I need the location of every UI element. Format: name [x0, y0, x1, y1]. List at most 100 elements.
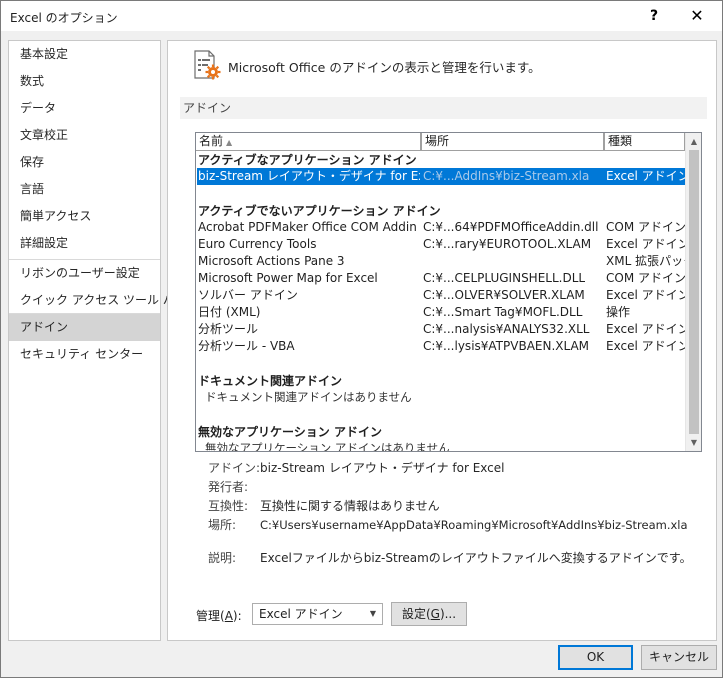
- list-row[interactable]: Microsoft Actions Pane 3 XML 拡張パック: [197, 253, 685, 270]
- row-location: C:¥...rary¥EUROTOOL.XLAM: [423, 237, 592, 251]
- group-inactive: アクティブでないアプリケーション アドイン: [198, 204, 441, 218]
- list-row[interactable]: Microsoft Power Map for Excel C:¥...CELP…: [197, 270, 685, 287]
- row-type: Excel アドイン: [606, 169, 685, 183]
- nav-item-save[interactable]: 保存: [9, 149, 160, 176]
- row-type: Excel アドイン: [606, 322, 685, 336]
- detail-label: 説明:: [208, 551, 237, 565]
- row-name: Microsoft Power Map for Excel: [198, 271, 378, 285]
- nav-item-quick-access-toolbar[interactable]: クイック アクセス ツール バー: [9, 287, 187, 314]
- detail-value: C:¥Users¥username¥AppData¥Roaming¥Micros…: [260, 518, 688, 532]
- row-name: Microsoft Actions Pane 3: [198, 254, 345, 268]
- nav-item-proofing[interactable]: 文章校正: [9, 122, 160, 149]
- close-icon[interactable]: ✕: [677, 1, 717, 31]
- nav-item-language[interactable]: 言語: [9, 176, 160, 203]
- nav-item-data[interactable]: データ: [9, 95, 160, 122]
- row-location: C:¥...64¥PDFMOfficeAddin.dll: [423, 220, 599, 234]
- row-type: XML 拡張パック: [606, 254, 685, 268]
- detail-label: 場所:: [208, 518, 237, 532]
- group-document: ドキュメント関連アドイン: [198, 374, 343, 388]
- scroll-down-icon[interactable]: ▼: [686, 434, 701, 451]
- row-type: Excel アドイン: [606, 237, 685, 251]
- cancel-button[interactable]: キャンセル: [641, 645, 717, 670]
- row-name: biz-Stream レイアウト・デザイナ for Excel: [198, 169, 420, 183]
- group-disabled: 無効なアプリケーション アドイン: [198, 425, 382, 439]
- nav-item-advanced[interactable]: 詳細設定: [9, 230, 160, 257]
- list-row-active[interactable]: biz-Stream レイアウト・デザイナ for Excel C:¥...Ad…: [197, 168, 685, 185]
- row-location: C:¥...OLVER¥SOLVER.XLAM: [423, 288, 585, 302]
- manage-label-suffix: ):: [232, 609, 242, 623]
- addin-gear-icon: [194, 50, 221, 80]
- column-header-name[interactable]: 名前 ▲: [196, 133, 421, 151]
- detail-location: 場所: C:¥Users¥username¥AppData¥Roaming¥Mi…: [208, 516, 708, 534]
- row-name: 日付 (XML): [198, 305, 261, 319]
- group-active: アクティブなアプリケーション アドイン: [198, 153, 417, 167]
- detail-value: biz-Stream レイアウト・デザイナ for Excel: [260, 461, 505, 475]
- row-name: 分析ツール: [198, 322, 259, 336]
- scroll-thumb[interactable]: [689, 150, 699, 434]
- title-bar: Excel のオプション ? ✕: [1, 1, 722, 31]
- list-row[interactable]: Acrobat PDFMaker Office COM Addin C:¥...…: [197, 219, 685, 236]
- scroll-up-icon[interactable]: ▲: [686, 133, 701, 150]
- manage-dropdown-value: Excel アドイン: [259, 607, 343, 621]
- document-empty-note: ドキュメント関連アドインはありません: [205, 390, 412, 404]
- column-name-label: 名前: [199, 134, 224, 148]
- list-row[interactable]: 分析ツール - VBA C:¥...lysis¥ATPVBAEN.XLAM Ex…: [197, 338, 685, 355]
- ok-button[interactable]: OK: [558, 645, 633, 670]
- row-location: C:¥...CELPLUGINSHELL.DLL: [423, 271, 586, 285]
- nav-item-formulas[interactable]: 数式: [9, 68, 160, 95]
- row-type: Excel アドイン: [606, 339, 685, 353]
- addins-panel: Microsoft Office のアドインの表示と管理を行います。 アドイン …: [167, 40, 717, 641]
- help-icon[interactable]: ?: [634, 1, 674, 31]
- nav-item-customize-ribbon[interactable]: リボンのユーザー設定: [9, 260, 160, 287]
- row-location: C:¥...nalysis¥ANALYS32.XLL: [423, 322, 590, 336]
- list-row[interactable]: 日付 (XML) C:¥...Smart Tag¥MOFL.DLL 操作: [197, 304, 685, 321]
- row-type: Excel アドイン: [606, 288, 685, 302]
- detail-addin: アドイン: biz-Stream レイアウト・デザイナ for Excel: [208, 459, 708, 477]
- sort-ascending-icon: ▲: [226, 138, 233, 147]
- row-name: 分析ツール - VBA: [198, 339, 295, 353]
- nav-item-trust-center[interactable]: セキュリティ センター: [9, 341, 160, 368]
- row-location: C:¥...Smart Tag¥MOFL.DLL: [423, 305, 583, 319]
- detail-publisher: 発行者:: [208, 478, 708, 496]
- column-header-location[interactable]: 場所: [421, 133, 604, 151]
- list-row[interactable]: 分析ツール C:¥...nalysis¥ANALYS32.XLL Excel ア…: [197, 321, 685, 338]
- manage-label: 管理(A):: [196, 607, 242, 624]
- excel-options-dialog: Excel のオプション ? ✕ 基本設定 数式 データ 文章校正 保存 言語 …: [0, 0, 723, 678]
- detail-value: 互換性に関する情報はありません: [260, 499, 440, 513]
- column-header-type[interactable]: 種類: [604, 133, 685, 151]
- go-button[interactable]: 設定(G)...: [391, 602, 467, 626]
- row-name: Euro Currency Tools: [198, 237, 317, 251]
- go-label-suffix: )...: [439, 607, 457, 621]
- detail-label: 発行者:: [208, 480, 249, 494]
- list-row[interactable]: ソルバー アドイン C:¥...OLVER¥SOLVER.XLAM Excel …: [197, 287, 685, 304]
- detail-label: 互換性:: [208, 499, 249, 513]
- list-header: 名前 ▲ 場所 種類: [196, 133, 685, 151]
- manage-dropdown[interactable]: Excel アドイン ▼: [252, 603, 383, 625]
- manage-label-accesskey: A: [224, 609, 233, 623]
- go-label-accesskey: G: [430, 607, 440, 621]
- nav-item-general[interactable]: 基本設定: [9, 41, 160, 68]
- manage-label-prefix: 管理(: [196, 609, 225, 623]
- window-title: Excel のオプション: [10, 11, 118, 25]
- list-scrollbar[interactable]: ▲ ▼: [685, 133, 701, 451]
- detail-label: アドイン:: [208, 461, 261, 475]
- detail-value: Excelファイルからbiz-Streamのレイアウトファイルへ変換するアドイン…: [260, 551, 692, 565]
- disabled-empty-note: 無効なアプリケーション アドインはありません: [205, 441, 450, 452]
- panel-heading: Microsoft Office のアドインの表示と管理を行います。: [228, 60, 541, 75]
- row-type: COM アドイン: [606, 220, 685, 234]
- detail-description: 説明: Excelファイルからbiz-Streamのレイアウトファイルへ変換する…: [208, 549, 708, 567]
- go-label-prefix: 設定(: [401, 607, 431, 621]
- row-type: COM アドイン: [606, 271, 685, 285]
- detail-compatibility: 互換性: 互換性に関する情報はありません: [208, 497, 708, 515]
- row-name: Acrobat PDFMaker Office COM Addin: [198, 220, 417, 234]
- options-nav: 基本設定 数式 データ 文章校正 保存 言語 簡単アクセス 詳細設定 リボンのユ…: [8, 40, 187, 641]
- row-type: 操作: [606, 305, 631, 319]
- row-name: ソルバー アドイン: [198, 288, 298, 302]
- nav-item-addins[interactable]: アドイン: [9, 314, 160, 341]
- section-title: アドイン: [180, 97, 707, 119]
- nav-item-accessibility[interactable]: 簡単アクセス: [9, 203, 160, 230]
- row-location: C:¥...AddIns¥biz-Stream.xla: [423, 169, 590, 183]
- row-location: C:¥...lysis¥ATPVBAEN.XLAM: [423, 339, 590, 353]
- addins-list[interactable]: 名前 ▲ 場所 種類 アクティブなアプリケーション アドイン biz-Stream…: [195, 132, 702, 452]
- list-row[interactable]: Euro Currency Tools C:¥...rary¥EUROTOOL.…: [197, 236, 685, 253]
